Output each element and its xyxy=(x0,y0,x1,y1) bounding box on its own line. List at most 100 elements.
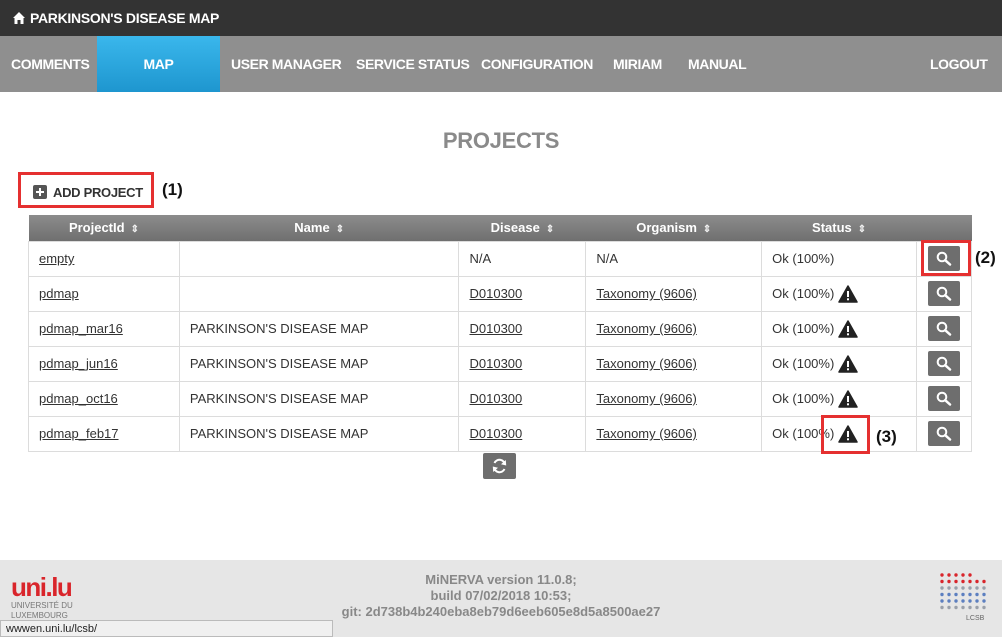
project-id-link[interactable]: pdmap_jun16 xyxy=(39,356,118,371)
status-text: Ok (100%) xyxy=(772,286,835,301)
view-project-button[interactable] xyxy=(928,246,960,271)
nav-map-manager[interactable]: MAP MANAGER xyxy=(97,36,220,128)
header-disease[interactable]: Disease ⇕ xyxy=(458,215,586,241)
view-project-button[interactable] xyxy=(928,316,960,341)
cell-project-id: pdmap_feb17 xyxy=(28,415,180,452)
cell-organism: Taxonomy (9606) xyxy=(585,275,763,312)
table-header-row: ProjectId ⇕ Name ⇕ Disease ⇕ Organism ⇕ Stat… xyxy=(28,215,972,241)
header-label: Status xyxy=(812,220,852,236)
cell-actions xyxy=(916,310,972,347)
status-bar-url: wwwen.uni.lu/lcsb/ xyxy=(0,620,333,637)
cell-name xyxy=(178,275,460,312)
lcsb-logo[interactable]: LCSB xyxy=(938,572,990,622)
warning-icon[interactable] xyxy=(838,284,859,303)
project-id-link[interactable]: empty xyxy=(39,251,74,266)
plus-icon xyxy=(33,185,47,199)
version-line: MiNERVA version 11.0.8; xyxy=(425,572,577,587)
nav-logout[interactable]: LOGOUT xyxy=(919,36,998,92)
callout-label-2: (2) xyxy=(975,248,996,267)
header-label: Organism xyxy=(636,220,697,236)
nav-user-manager[interactable]: USER MANAGER xyxy=(220,36,352,92)
main-nav: COMMENTS MAP MANAGER USER MANAGER SERVIC… xyxy=(0,36,1002,128)
add-project-label: ADD PROJECT xyxy=(53,184,143,200)
header-name[interactable]: Name ⇕ xyxy=(179,215,459,241)
nav-configuration[interactable]: CONFIGURATION xyxy=(470,36,604,92)
cell-status: Ok (100%) xyxy=(761,345,918,382)
disease-link[interactable]: D010300 xyxy=(469,321,522,336)
sort-icon: ⇕ xyxy=(545,224,555,236)
cell-name xyxy=(178,240,460,277)
view-project-button[interactable] xyxy=(928,281,960,306)
cell-disease: D010300 xyxy=(458,310,587,347)
disease-link[interactable]: D010300 xyxy=(469,286,522,301)
nav-manual[interactable]: MANUAL xyxy=(677,36,757,92)
cell-disease: D010300 xyxy=(458,275,587,312)
status-text: Ok (100%) xyxy=(772,391,835,406)
cell-actions xyxy=(916,240,972,277)
organism-link[interactable]: Taxonomy (9606) xyxy=(596,426,696,441)
build-line: build 07/02/2018 10:53; xyxy=(430,588,572,603)
header-status[interactable]: Status ⇕ xyxy=(761,215,917,241)
cell-organism: Taxonomy (9606) xyxy=(585,415,763,452)
sort-icon: ⇕ xyxy=(335,224,345,236)
view-project-button[interactable] xyxy=(928,351,960,376)
app-title[interactable]: PARKINSON'S DISEASE MAP xyxy=(30,10,219,26)
cell-actions xyxy=(916,345,972,382)
nav-miriam[interactable]: MIRIAM xyxy=(602,36,673,92)
status-text: Ok (100%) xyxy=(772,426,835,441)
header-project-id[interactable]: ProjectId ⇕ xyxy=(28,215,180,241)
status-text: Ok (100%) xyxy=(772,251,835,266)
warning-icon[interactable] xyxy=(838,424,859,443)
sort-icon: ⇕ xyxy=(857,224,867,236)
top-bar: PARKINSON'S DISEASE MAP xyxy=(0,0,1002,36)
organism-link[interactable]: Taxonomy (9606) xyxy=(596,321,696,336)
table-row: pdmap_jun16 PARKINSON'S DISEASE MAP D01030… xyxy=(28,345,972,382)
projects-table: ProjectId ⇕ Name ⇕ Disease ⇕ Organism ⇕ Stat… xyxy=(28,215,972,452)
cell-name: PARKINSON'S DISEASE MAP xyxy=(178,345,460,382)
organism-link[interactable]: Taxonomy (9606) xyxy=(596,356,696,371)
cell-disease: D010300 xyxy=(458,415,587,452)
cell-status: Ok (100%) xyxy=(761,310,918,347)
organism-link[interactable]: Taxonomy (9606) xyxy=(596,286,696,301)
nav-service-status[interactable]: SERVICE STATUS xyxy=(345,36,480,92)
disease-value: N/A xyxy=(469,251,492,266)
status-text: Ok (100%) xyxy=(772,356,835,371)
callout-label-1: (1) xyxy=(162,180,183,199)
header-label: ProjectId xyxy=(68,220,125,236)
nav-comments[interactable]: COMMENTS xyxy=(0,36,100,92)
cell-project-id: pdmap_oct16 xyxy=(28,380,180,417)
disease-link[interactable]: D010300 xyxy=(469,426,522,441)
table-row: pdmap_oct16 PARKINSON'S DISEASE MAP D01030… xyxy=(28,380,972,417)
header-organism[interactable]: Organism ⇕ xyxy=(585,215,762,241)
warning-icon[interactable] xyxy=(838,319,859,338)
cell-status: Ok (100%) xyxy=(761,240,918,277)
project-id-link[interactable]: pdmap_feb17 xyxy=(39,426,119,441)
cell-disease: D010300 xyxy=(458,345,587,382)
table-body: empty N/A N/A Ok (100%) pdmap D010300 Taxonomy… xyxy=(28,240,972,452)
page-title: PROJECTS xyxy=(442,128,560,153)
view-project-button[interactable] xyxy=(928,421,960,446)
add-project-button[interactable]: ADD PROJECT xyxy=(24,179,143,205)
project-id-link[interactable]: pdmap xyxy=(39,286,79,301)
cell-actions xyxy=(916,380,972,417)
view-project-button[interactable] xyxy=(928,386,960,411)
disease-link[interactable]: D010300 xyxy=(469,356,522,371)
git-line: git: 2d738b4b240eba8eb79d6eeb605e8d5a850… xyxy=(341,604,661,619)
cell-status: Ok (100%) xyxy=(761,380,918,417)
cell-disease: D010300 xyxy=(458,380,587,417)
disease-link[interactable]: D010300 xyxy=(469,391,522,406)
cell-name: PARKINSON'S DISEASE MAP xyxy=(178,380,460,417)
warning-icon[interactable] xyxy=(838,389,859,408)
header-actions xyxy=(916,215,972,241)
warning-icon[interactable] xyxy=(838,354,859,373)
organism-link[interactable]: Taxonomy (9606) xyxy=(596,391,696,406)
cell-name: PARKINSON'S DISEASE MAP xyxy=(178,415,460,452)
sort-icon: ⇕ xyxy=(130,224,139,236)
project-name: PARKINSON'S DISEASE MAP xyxy=(189,356,369,371)
project-name: PARKINSON'S DISEASE MAP xyxy=(189,426,369,441)
refresh-button[interactable] xyxy=(483,453,516,479)
home-icon[interactable] xyxy=(12,11,26,25)
project-id-link[interactable]: pdmap_oct16 xyxy=(39,391,118,406)
cell-disease: N/A xyxy=(458,240,587,277)
project-id-link[interactable]: pdmap_mar16 xyxy=(39,321,123,336)
